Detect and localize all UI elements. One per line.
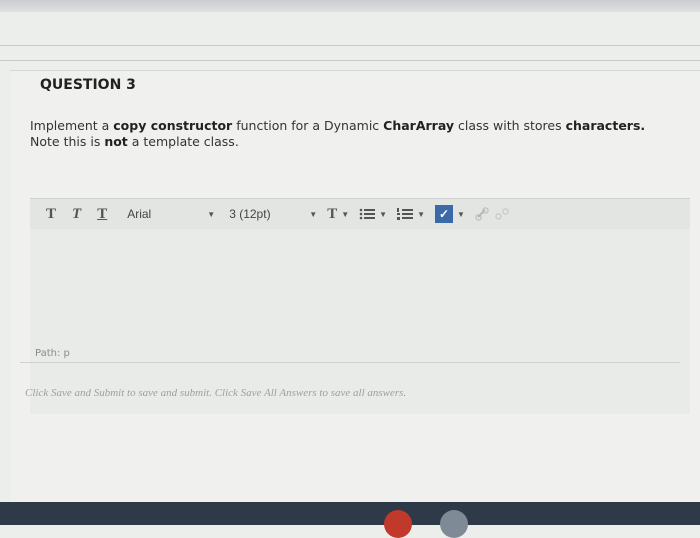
question-text-bold: not [104, 134, 128, 149]
bullet-list-icon [359, 208, 376, 220]
question-text-part: class with stores [454, 118, 566, 133]
text-color-icon: T [327, 205, 338, 222]
top-divider [0, 45, 700, 46]
numbered-list-button[interactable]: ▼ [397, 207, 425, 221]
underline-button[interactable]: T [97, 206, 107, 223]
chevron-down-icon: ▼ [309, 209, 318, 219]
spellcheck-icon: ✓ [434, 205, 453, 223]
question-text-part: Note this is [30, 134, 105, 149]
font-family-value: Arial [127, 207, 152, 221]
insert-link-button[interactable] [475, 207, 489, 221]
path-divider [20, 362, 680, 363]
question-text-bold: CharArray [383, 118, 455, 133]
spellcheck-button[interactable]: ✓ ▼ [434, 205, 465, 223]
bullet-list-button[interactable]: ▼ [359, 207, 387, 221]
top-divider-2 [0, 60, 700, 61]
editor-toolbar: T T T Arial ▼ 3 (12pt) ▼ T ▼ ▼ ▼ ✓ ▼ [30, 198, 690, 230]
question-text: Implement a copy constructor function fo… [30, 118, 670, 150]
question-text-bold: copy constructor [113, 118, 233, 133]
link-icon [475, 207, 489, 221]
taskbar-app-icon[interactable] [440, 510, 468, 538]
browser-top-strip [0, 0, 700, 12]
question-text-part: function for a Dynamic [232, 118, 384, 133]
chevron-down-icon: ▼ [456, 209, 465, 219]
question-title: QUESTION 3 [40, 77, 136, 93]
chevron-down-icon: ▼ [379, 209, 388, 219]
question-text-part: a template class. [127, 134, 239, 149]
bold-button[interactable]: T [46, 206, 56, 223]
text-color-button[interactable]: T ▼ [327, 206, 349, 223]
italic-button[interactable]: T [72, 206, 81, 223]
chevron-down-icon: ▼ [341, 209, 350, 219]
font-family-select[interactable]: Arial ▼ [127, 207, 215, 221]
chevron-down-icon: ▼ [417, 209, 425, 219]
question-text-part: Implement a [30, 118, 114, 133]
path-label: Path: p [35, 348, 70, 359]
unlink-button[interactable] [495, 207, 509, 221]
taskbar [0, 502, 700, 525]
question-panel: QUESTION 3 Implement a copy constructor … [10, 70, 700, 503]
chevron-down-icon: ▼ [207, 209, 216, 219]
taskbar-app-icon[interactable] [384, 510, 412, 538]
font-size-select[interactable]: 3 (12pt) ▼ [229, 207, 317, 221]
question-text-bold: characters. [565, 118, 646, 133]
submit-hint: Click Save and Submit to save and submit… [25, 387, 407, 399]
unlink-icon [495, 208, 509, 220]
font-size-value: 3 (12pt) [229, 207, 271, 221]
numbered-list-icon [397, 208, 414, 220]
